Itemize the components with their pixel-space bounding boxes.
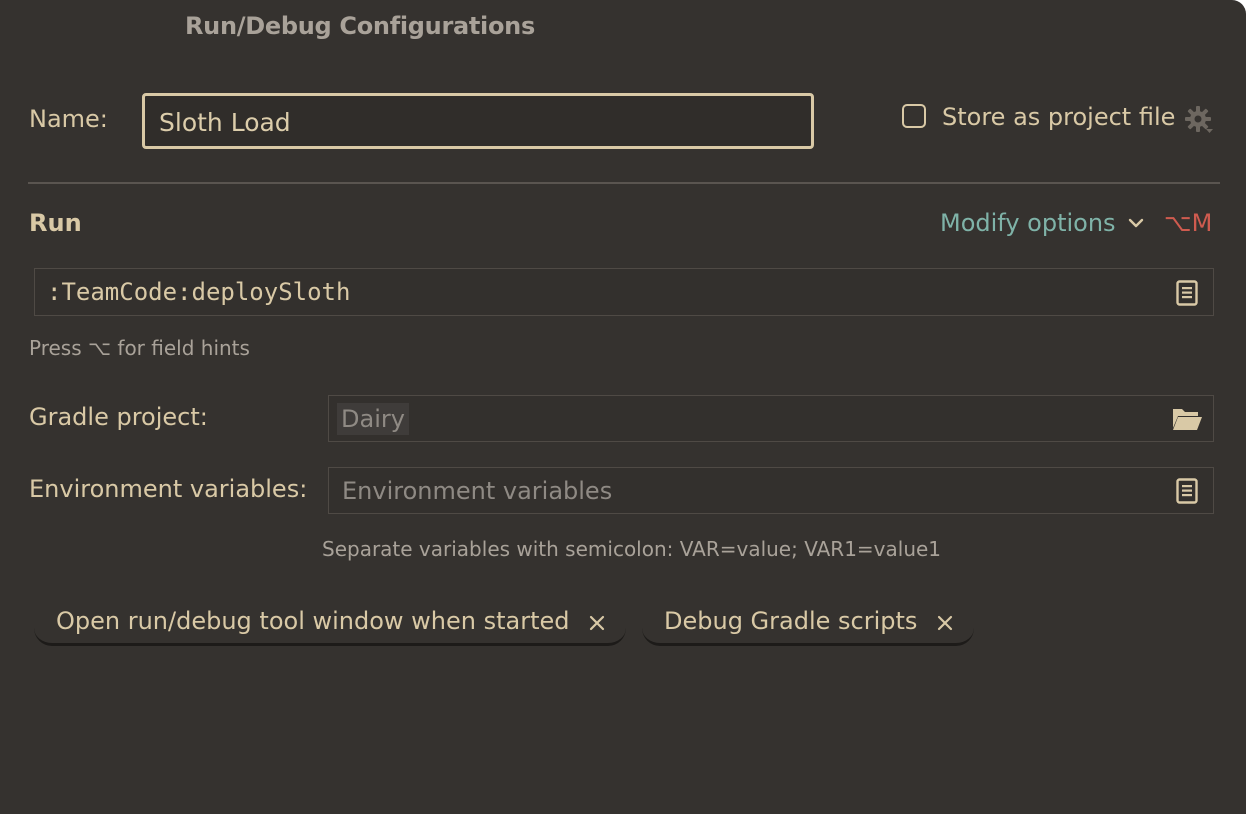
chevron-down-icon[interactable]	[1126, 213, 1146, 233]
name-input[interactable]: Sloth Load	[142, 93, 814, 149]
environment-variables-label: Environment variables:	[29, 475, 308, 503]
environment-variables-input[interactable]: Environment variables	[328, 467, 1214, 514]
section-divider	[28, 182, 1220, 184]
gear-icon[interactable]	[1184, 105, 1214, 135]
option-tag-debug-gradle-scripts[interactable]: Debug Gradle scripts	[642, 600, 974, 646]
document-icon[interactable]	[1176, 280, 1198, 306]
environment-variables-placeholder: Environment variables	[342, 477, 613, 505]
name-input-value: Sloth Load	[159, 108, 291, 137]
run-debug-configurations-dialog: Run/Debug Configurations Name: Sloth Loa…	[0, 0, 1246, 814]
option-tag-label: Open run/debug tool window when started	[56, 607, 570, 635]
folder-open-icon[interactable]	[1171, 406, 1203, 432]
option-tag-label: Debug Gradle scripts	[664, 607, 918, 635]
dialog-title: Run/Debug Configurations	[185, 12, 535, 40]
run-tasks-input[interactable]: :TeamCode:deploySloth	[34, 268, 1214, 316]
run-tasks-value: :TeamCode:deploySloth	[47, 278, 351, 306]
option-tag-open-tool-window[interactable]: Open run/debug tool window when started	[34, 600, 626, 646]
gradle-project-value: Dairy	[337, 403, 409, 435]
store-as-project-file-checkbox[interactable]	[902, 104, 926, 128]
modify-options-link[interactable]: Modify options	[940, 209, 1116, 237]
run-section-header: Run	[29, 209, 82, 237]
gradle-project-label: Gradle project:	[29, 403, 208, 431]
gradle-project-input[interactable]: Dairy	[328, 395, 1214, 442]
field-hints-text: Press ⌥ for field hints	[29, 336, 250, 360]
store-as-project-file-label[interactable]: Store as project file	[942, 103, 1175, 131]
close-icon[interactable]	[936, 614, 954, 632]
close-icon[interactable]	[588, 614, 606, 632]
environment-variables-hint: Separate variables with semicolon: VAR=v…	[322, 537, 942, 561]
document-icon[interactable]	[1176, 478, 1198, 504]
name-label: Name:	[29, 105, 108, 133]
modify-options-shortcut: ⌥M	[1164, 209, 1213, 237]
